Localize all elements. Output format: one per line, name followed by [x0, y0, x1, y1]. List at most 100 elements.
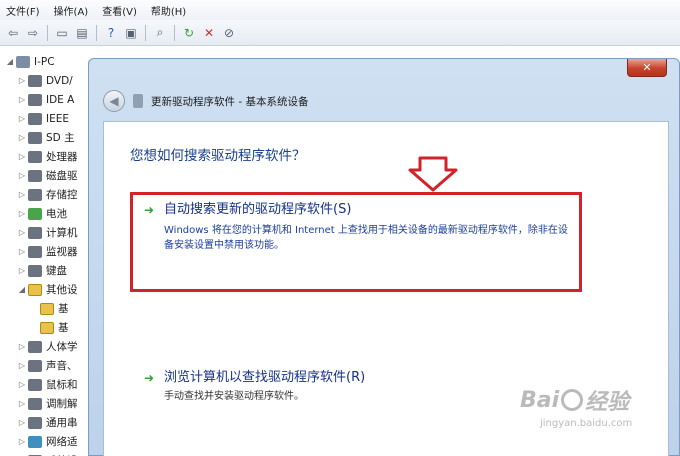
- warning-device-icon: [40, 302, 54, 315]
- tree-item[interactable]: ▷ 磁盘驱: [0, 166, 100, 185]
- expand-arrow-icon[interactable]: ▷: [16, 133, 28, 142]
- tree-item[interactable]: ▷ 调制解: [0, 394, 100, 413]
- tree-item[interactable]: ▷系统设: [0, 451, 100, 456]
- expand-arrow-icon[interactable]: ◢: [4, 57, 16, 66]
- expand-arrow-icon[interactable]: ▷: [16, 437, 28, 446]
- tree-item-label: 存储控: [46, 189, 78, 201]
- tree-item-label: 磁盘驱: [46, 170, 78, 182]
- auto-search-option[interactable]: ➜ 自动搜索更新的驱动程序软件(S) Windows 将在您的计算机和 Inte…: [144, 202, 574, 253]
- expand-arrow-icon[interactable]: ▷: [16, 95, 28, 104]
- uninstall-icon[interactable]: ✕: [200, 24, 218, 42]
- tree-item-label: IEEE: [46, 112, 69, 125]
- browse-computer-option[interactable]: ➜ 浏览计算机以查找驱动程序软件(R) 手动查找并安装驱动程序软件。: [144, 370, 574, 404]
- device-icon: [28, 378, 42, 391]
- device-icon: [28, 264, 42, 277]
- tree-item[interactable]: ▷ 处理器: [0, 147, 100, 166]
- tree-item[interactable]: ▷ 监视器: [0, 242, 100, 261]
- expand-arrow-icon[interactable]: ▷: [16, 152, 28, 161]
- tree-item[interactable]: ▷ DVD/: [0, 71, 100, 90]
- expand-arrow-icon[interactable]: ▷: [16, 266, 28, 275]
- disable-icon[interactable]: ⊘: [220, 24, 238, 42]
- expand-arrow-icon[interactable]: ▷: [16, 209, 28, 218]
- expand-arrow-icon[interactable]: ▷: [16, 361, 28, 370]
- browse-computer-description: 手动查找并安装驱动程序软件。: [164, 391, 304, 402]
- auto-search-description: Windows 将在您的计算机和 Internet 上查找用于相关设备的最新驱动…: [164, 225, 568, 251]
- back-button[interactable]: ◀: [103, 90, 125, 112]
- update-driver-icon[interactable]: ↻: [180, 24, 198, 42]
- tree-item[interactable]: ◢ I-PC: [0, 52, 100, 71]
- console-tree-icon[interactable]: ▭: [53, 24, 71, 42]
- scan-hardware-icon[interactable]: ⌕: [151, 24, 169, 42]
- toolbar: ⇦ ⇨ ▭ ▤ ? ▣ ⌕ ↻ ✕ ⊘: [0, 20, 680, 46]
- toolbar-separator: [96, 24, 97, 41]
- tree-item-label: 通用串: [46, 417, 78, 429]
- toolbar-separator: [174, 24, 175, 41]
- tree-item-label: 电池: [46, 208, 67, 220]
- tree-item-label: 基: [58, 322, 69, 334]
- expand-arrow-icon[interactable]: ▷: [16, 380, 28, 389]
- expand-arrow-icon[interactable]: ◢: [16, 285, 28, 294]
- tree-item[interactable]: ▷ 电池: [0, 204, 100, 223]
- tree-item-label: 键盘: [46, 265, 67, 277]
- expand-arrow-icon[interactable]: ▷: [16, 114, 28, 123]
- tree-item[interactable]: ▷ 人体学: [0, 337, 100, 356]
- dialog-header: ◀ 更新驱动程序软件 - 基本系统设备: [103, 89, 308, 113]
- device-icon: [28, 150, 42, 163]
- tree-item[interactable]: ▷ 通用串: [0, 413, 100, 432]
- page-question: 您想如何搜索驱动程序软件？: [130, 148, 306, 164]
- forward-arrow-icon[interactable]: ⇨: [24, 24, 42, 42]
- tree-item-label: 其他设: [46, 284, 78, 296]
- dialog-title: 更新驱动程序软件 - 基本系统设备: [151, 95, 309, 108]
- expand-arrow-icon[interactable]: ▷: [16, 247, 28, 256]
- browse-computer-title[interactable]: 浏览计算机以查找驱动程序软件(R): [164, 370, 365, 386]
- tree-item[interactable]: 基: [0, 318, 100, 337]
- tree-item-label: 基: [58, 303, 69, 315]
- tree-item-label: SD 主: [46, 132, 75, 144]
- tree-item-label: I-PC: [34, 55, 55, 68]
- expand-arrow-icon[interactable]: ▷: [16, 76, 28, 85]
- tree-item[interactable]: 基: [0, 299, 100, 318]
- expand-arrow-icon[interactable]: ▷: [16, 228, 28, 237]
- auto-search-title[interactable]: 自动搜索更新的驱动程序软件(S): [164, 202, 574, 218]
- view-icon[interactable]: ▣: [122, 24, 140, 42]
- tree-item[interactable]: ▷ IDE A: [0, 90, 100, 109]
- green-arrow-icon: ➜: [144, 371, 155, 385]
- menu-bar: 文件(F) 操作(A) 查看(V) 帮助(H): [0, 0, 680, 20]
- expand-arrow-icon[interactable]: ▷: [16, 342, 28, 351]
- expand-arrow-icon[interactable]: ▷: [16, 190, 28, 199]
- back-arrow-icon[interactable]: ⇦: [4, 24, 22, 42]
- help-icon[interactable]: ?: [102, 24, 120, 42]
- tree-item[interactable]: ◢ 其他设: [0, 280, 100, 299]
- expand-arrow-icon[interactable]: ▷: [16, 399, 28, 408]
- tree-item[interactable]: ▷ IEEE: [0, 109, 100, 128]
- tree-item[interactable]: ▷ 键盘: [0, 261, 100, 280]
- tree-item-label: 网络适: [46, 436, 78, 448]
- toolbar-separator: [47, 24, 48, 41]
- menu-view[interactable]: 查看(V): [102, 3, 137, 18]
- menu-action[interactable]: 操作(A): [54, 3, 89, 18]
- down-arrow-icon: [408, 156, 458, 192]
- tree-item[interactable]: ▷ 声音、: [0, 356, 100, 375]
- toolbar-separator: [145, 24, 146, 41]
- device-icon: [28, 207, 42, 220]
- device-tree: ◢ I-PC ▷ DVD/ ▷ IDE A ▷ IEEE ▷ SD 主 ▷ 处理器 ▷ 磁盘驱 ▷ 存储控 ▷ 电…: [0, 46, 100, 456]
- expand-arrow-icon[interactable]: ▷: [16, 171, 28, 180]
- tree-item[interactable]: ▷ 网络适: [0, 432, 100, 451]
- close-button[interactable]: ✕: [627, 59, 667, 77]
- menu-help[interactable]: 帮助(H): [151, 3, 186, 18]
- tree-item[interactable]: ▷ 存储控: [0, 185, 100, 204]
- menu-file[interactable]: 文件(F): [6, 3, 40, 18]
- tree-item[interactable]: ▷ 鼠标和: [0, 375, 100, 394]
- tree-item-label: 鼠标和: [46, 379, 78, 391]
- warning-device-icon: [40, 321, 54, 334]
- tree-item-label: 声音、: [46, 360, 78, 372]
- tree-item-label: IDE A: [46, 93, 75, 106]
- tree-item-label: 处理器: [46, 151, 78, 163]
- tree-item[interactable]: ▷ 计算机: [0, 223, 100, 242]
- baidu-jingyan-watermark: Bai 经验 jingyan.baidu.com: [520, 384, 670, 444]
- tree-item[interactable]: ▷ SD 主: [0, 128, 100, 147]
- device-icon: [28, 93, 42, 106]
- device-icon: [28, 397, 42, 410]
- expand-arrow-icon[interactable]: ▷: [16, 418, 28, 427]
- properties-icon[interactable]: ▤: [73, 24, 91, 42]
